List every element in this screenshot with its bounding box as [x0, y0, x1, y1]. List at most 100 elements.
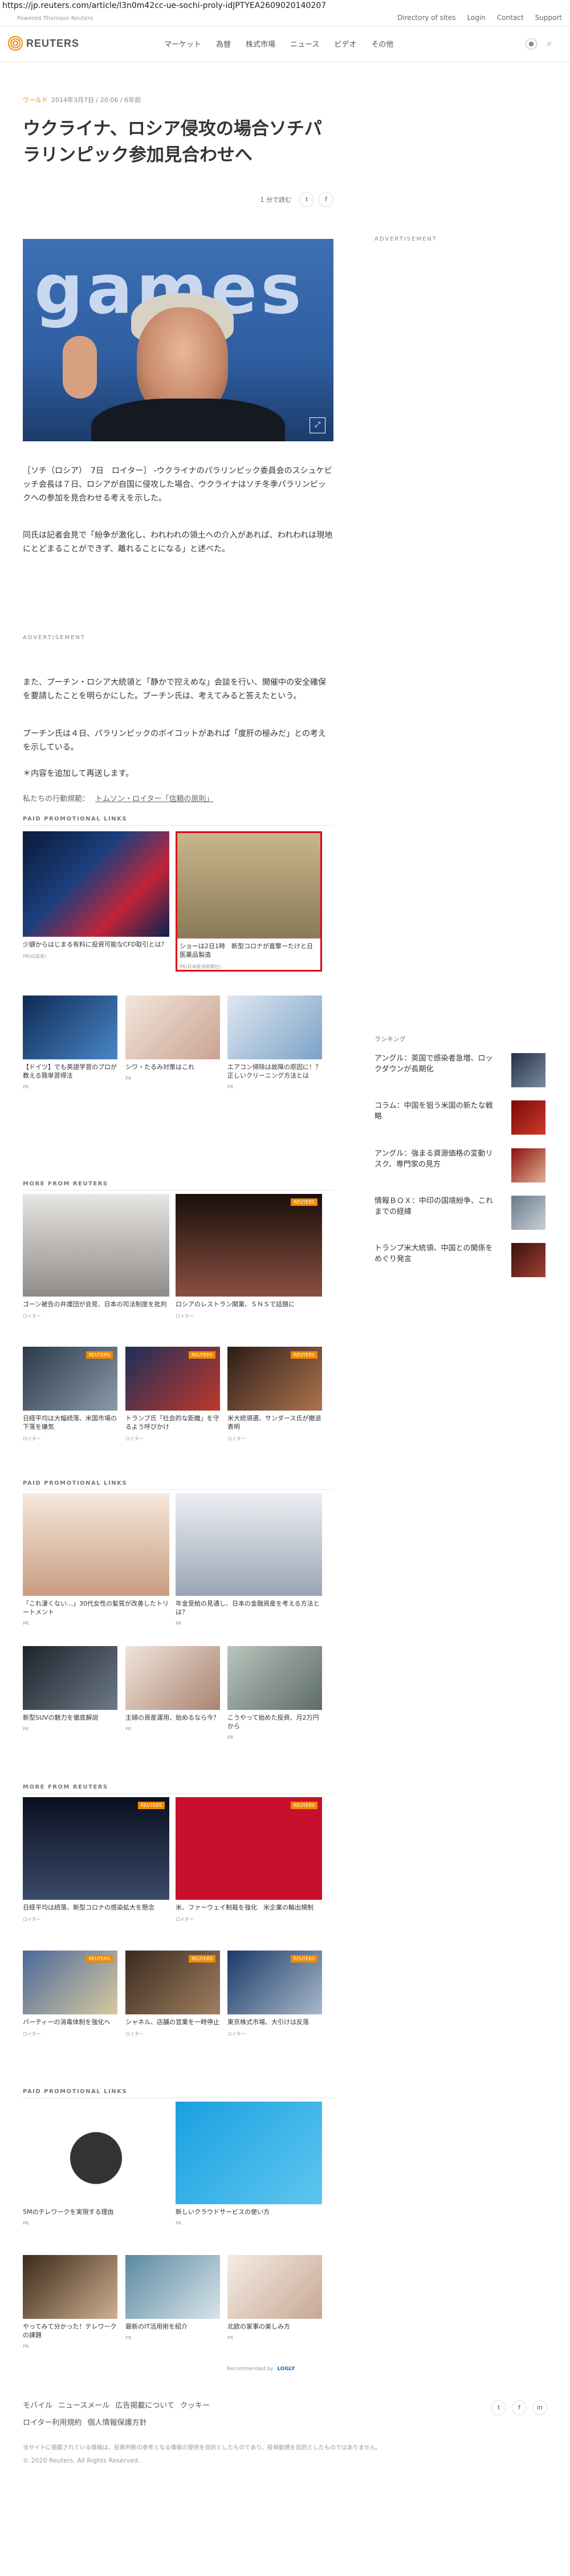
notification-icon[interactable]: ● [526, 38, 537, 50]
promo-card[interactable]: 北欧の家事の楽しみ方 PR [227, 2255, 322, 2341]
promo-card[interactable]: 主婦の資産運用、始めるなら今？ PR [125, 1646, 220, 1732]
promo-card[interactable]: 少額からはじまる有料に投資可能なCFD取引とは？ PR(IG証券) [23, 831, 169, 960]
card-caption: こうやって始めた投資、月2万円から [227, 1714, 319, 1730]
logly-logo[interactable]: LOGLY [277, 2366, 295, 2372]
search-icon[interactable]: ⌕ [544, 38, 555, 50]
footer-link-terms[interactable]: ロイター利用規約 [23, 2417, 82, 2429]
promo-image [23, 1646, 117, 1710]
link-directory[interactable]: Directory of sites [397, 14, 455, 22]
footer-link-cookies[interactable]: クッキー [180, 2400, 210, 2412]
reuters-logo[interactable]: REUTERS [8, 36, 79, 51]
footer-link-newsletter[interactable]: ニュースメール [58, 2400, 109, 2412]
facebook-icon[interactable]: f [512, 2400, 527, 2415]
reuters-badge: REUTERS [137, 1802, 165, 1809]
reuters-badge: REUTERS [85, 1351, 113, 1359]
logo-text: REUTERS [26, 37, 80, 49]
more-card[interactable]: REUTERS 日経平均は続落、新型コロナの感染拡大を懸念 ロイター [23, 1797, 169, 1923]
nav-fx[interactable]: 為替 [216, 38, 231, 49]
more-card[interactable]: ゴーン被告の弁護団が会見、日本の司法制度を批判 ロイター [23, 1194, 169, 1319]
promo-card[interactable]: シワ・たるみ対策はこれ PR [125, 996, 220, 1081]
divider [23, 825, 333, 826]
divider [23, 1190, 333, 1191]
linkedin-icon[interactable]: in [532, 2400, 547, 2415]
ranking-title: アングル：強まる資源価格の変動リスク、専門家の見方 [374, 1149, 493, 1169]
card-source: PR [227, 1084, 234, 1090]
card-caption: ショーは2日1時 新型コロナが直撃ーたけと日医薬品製造 [180, 942, 313, 958]
divider [23, 1793, 333, 1794]
more-card[interactable]: REUTERS ロシアのレストラン開業、ＳＮＳで話題に ロイター [176, 1194, 322, 1319]
paragraph-3: また、プーチン・ロシア大統領と「静かで控えめな」会談を行い、開催中の安全確保を要… [23, 678, 326, 701]
reuters-badge: REUTERS [188, 1351, 215, 1359]
ranking-item[interactable]: アングル：英国で感染者急増、ロックダウンが長期化 [374, 1053, 545, 1087]
card-caption: 最新のIT活用術を紹介 [125, 2323, 188, 2330]
nav-news[interactable]: ニュース [290, 38, 319, 49]
more-card[interactable]: REUTERS 米、ファーウェイ制裁を強化 米企業の輸出規制 ロイター [176, 1797, 322, 1923]
card-caption: シワ・たるみ対策はこれ [125, 1063, 194, 1071]
promo-card[interactable]: 「これ凄くない…」30代女性の髪質が改善したトリートメント PR [23, 1493, 169, 1626]
more-card[interactable]: REUTERS 東京株式市場、大引けは反落 ロイター [227, 1951, 322, 2037]
promo-card[interactable]: 新型SUVの魅力を徹底解説 PR [23, 1646, 117, 1732]
divider [23, 1489, 333, 1490]
main-nav: REUTERS マーケット 為替 株式市場 ニュース ビデオ その他 ● ⌕ [0, 27, 570, 62]
link-support[interactable]: Support [535, 14, 562, 22]
footer-link-mobile[interactable]: モバイル [23, 2400, 52, 2412]
ranking-title: コラム：中国を狙う米国の新たな戦略 [374, 1102, 493, 1121]
promo-image [23, 831, 169, 937]
nav-more[interactable]: その他 [371, 38, 393, 49]
twitter-icon[interactable]: t [491, 2400, 506, 2415]
nav-video[interactable]: ビデオ [334, 38, 356, 49]
promo-image [23, 2255, 117, 2319]
facebook-icon[interactable]: f [319, 192, 333, 207]
hero-image[interactable]: games ⤢ [23, 239, 333, 441]
promo-card[interactable]: こうやって始めた投資、月2万円から PR [227, 1646, 322, 1740]
card-source: PR [176, 2221, 182, 2226]
ranking-item[interactable]: 情報ＢＯＸ：中印の国境紛争、これまでの経緯 [374, 1196, 545, 1230]
promo-image [227, 2255, 322, 2319]
promo-image [227, 996, 322, 1059]
paragraph-2: 同氏は記者会見で「紛争が激化し、われわれの領土への介入があれば、われわれは現地に… [23, 531, 333, 554]
more-card[interactable]: REUTERS トランプ氏「社会的な距離」を守るよう呼びかけ ロイター [125, 1347, 220, 1442]
news-image: REUTERS [23, 1951, 117, 2014]
card-caption: やってみて分かった！テレワークの課題 [23, 2323, 117, 2339]
more-card[interactable]: REUTERS 日経平均は大幅続落、米国市場の下落を嫌気 ロイター [23, 1347, 117, 1442]
more-card[interactable]: REUTERS パーティーの消毒体制を強化へ ロイター [23, 1951, 117, 2037]
promo-card[interactable]: 【ドイツ】でも英語学習のプロが教える簡単習得法 PR [23, 996, 117, 1090]
footer-link-advertise[interactable]: 広告掲載について [115, 2400, 174, 2412]
side-ad-label: ADVERTISEMENT [374, 236, 438, 242]
ranking-item[interactable]: コラム：中国を狙う米国の新たな戦略 [374, 1100, 545, 1135]
card-source: PR [176, 1621, 182, 1626]
news-image: REUTERS [125, 1347, 220, 1411]
promo-image [125, 2255, 220, 2319]
more-card[interactable]: REUTERS 米大統領選、サンダース氏が撤退表明 ロイター [227, 1347, 322, 1442]
card-source: ロイター [23, 2031, 41, 2037]
paragraph-4: プーチン氏は４日、パラリンピックのボイコットがあれば「度肝の極みだ」との考えを示… [23, 729, 326, 752]
promo-card[interactable]: 新しいクラウドサービスの使い方 PR [176, 2102, 322, 2226]
twitter-icon[interactable]: t [299, 192, 314, 207]
news-image: REUTERS [23, 1797, 169, 1900]
more-card[interactable]: REUTERS シャネル、店舗の営業を一時停止 ロイター [125, 1951, 220, 2037]
footer-link-privacy[interactable]: 個人情報保護方針 [87, 2417, 146, 2429]
promo-card-highlighted[interactable]: ショーは2日1時 新型コロナが直撃ーたけと日医薬品製造 PR(日本経済新聞社) [176, 831, 322, 972]
card-source: ロイター [125, 2031, 144, 2037]
url-text[interactable]: https://jp.reuters.com/article/l3n0m42cc… [2, 1, 326, 10]
promo-card[interactable]: 5Mのテレワークを実現する理由 PR [23, 2102, 169, 2226]
promo-card[interactable]: やってみて分かった！テレワークの課題 PR [23, 2255, 117, 2349]
ranking-item[interactable]: トランプ米大統領、中国との関係をめぐり発言 [374, 1243, 545, 1277]
promo-card[interactable]: 年金受給の見通し、日本の金融資産を考える方法とは？ PR [176, 1493, 322, 1626]
card-source: ロイター [23, 1436, 41, 1441]
principles-link[interactable]: トムソン・ロイター「信頼の原則」 [95, 795, 213, 803]
news-image [23, 1194, 169, 1297]
paragraph-5: ＊内容を追加して再送します。 [23, 769, 134, 778]
card-source: ロイター [125, 1436, 144, 1441]
category[interactable]: ワールド [23, 96, 48, 104]
nav-stocks[interactable]: 株式市場 [246, 38, 275, 49]
promo-card[interactable]: 最新のIT活用術を紹介 PR [125, 2255, 220, 2341]
promo-card[interactable]: エアコン掃除は故障の原因に！？正しいクリーニング方法とは PR [227, 996, 322, 1090]
link-login[interactable]: Login [467, 14, 486, 22]
news-image: REUTERS [227, 1347, 322, 1411]
expand-icon[interactable]: ⤢ [310, 417, 325, 433]
nav-markets[interactable]: マーケット [164, 38, 201, 49]
card-caption: 少額からはじまる有料に投資可能なCFD取引とは？ [23, 941, 168, 948]
link-contact[interactable]: Contact [497, 14, 524, 22]
ranking-item[interactable]: アングル：強まる資源価格の変動リスク、専門家の見方 [374, 1148, 545, 1183]
